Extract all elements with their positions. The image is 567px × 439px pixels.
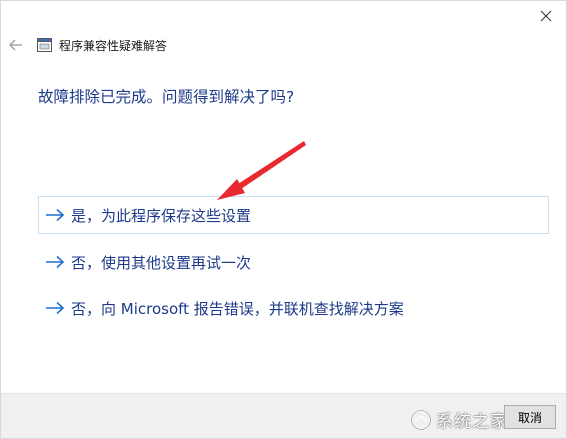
option-report-error[interactable]: 否，向 Microsoft 报告错误，并联机查找解决方案 — [38, 289, 549, 327]
close-icon — [540, 10, 552, 22]
right-arrow-icon — [46, 255, 65, 269]
option-label: 否，向 Microsoft 报告错误，并联机查找解决方案 — [71, 299, 404, 318]
option-try-other-settings[interactable]: 否，使用其他设置再试一次 — [38, 243, 549, 281]
back-button[interactable] — [7, 37, 25, 53]
right-arrow-icon — [46, 301, 65, 315]
watermark-logo-icon — [410, 409, 432, 430]
right-arrow-icon — [46, 208, 65, 222]
window-title: 程序兼容性疑难解答 — [59, 38, 168, 53]
program-compatibility-icon — [37, 38, 52, 52]
troubleshooter-window: 程序兼容性疑难解答 故障排除已完成。问题得到解决了吗? 是，为此程序保存这些设置… — [0, 0, 567, 439]
window-title-row: 程序兼容性疑难解答 — [37, 36, 167, 54]
option-save-settings[interactable]: 是，为此程序保存这些设置 — [38, 196, 549, 234]
back-arrow-icon — [9, 39, 22, 51]
cancel-button[interactable]: 取消 — [504, 405, 556, 429]
close-button[interactable] — [526, 1, 566, 31]
option-label: 否，使用其他设置再试一次 — [71, 253, 252, 272]
footer-bar: 系统之家 取消 — [1, 393, 566, 438]
page-heading: 故障排除已完成。问题得到解决了吗? — [38, 88, 295, 106]
watermark-text: 系统之家 — [436, 412, 508, 432]
watermark: 系统之家 — [410, 407, 508, 432]
option-label: 是，为此程序保存这些设置 — [71, 206, 252, 225]
